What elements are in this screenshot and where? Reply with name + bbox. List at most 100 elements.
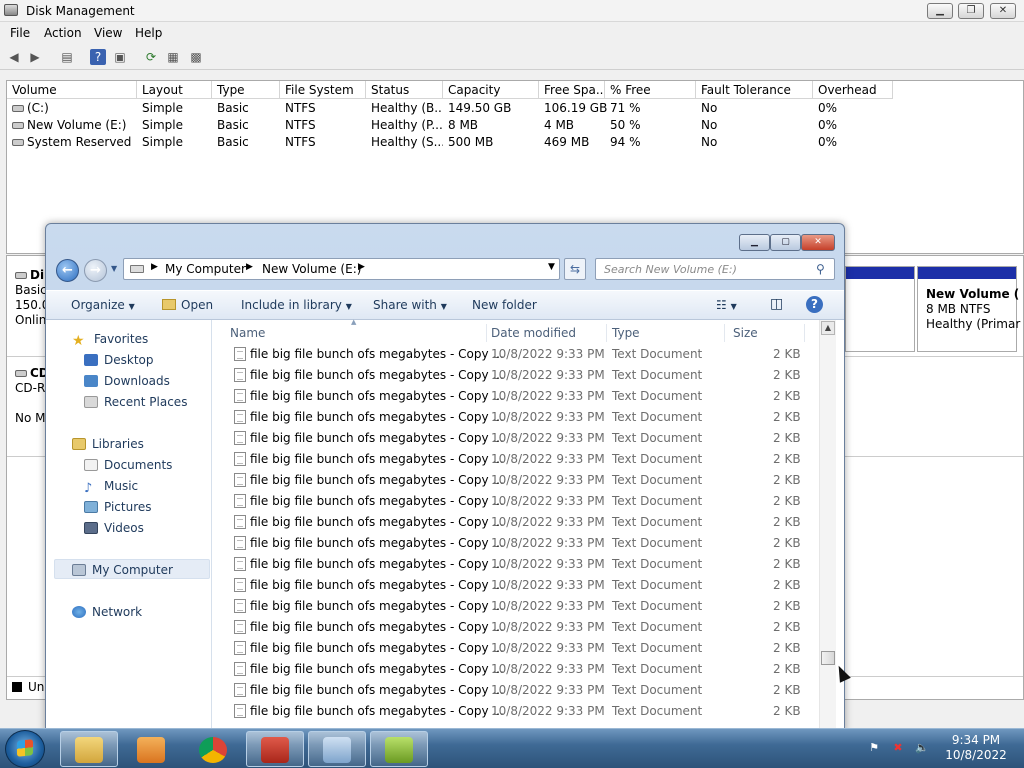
col-free-space[interactable]: Free Spa... bbox=[539, 81, 605, 99]
menu-file[interactable]: File bbox=[10, 26, 30, 40]
organize-button[interactable]: Organize ▼ bbox=[71, 298, 135, 312]
views-icon[interactable]: ☷ ▼ bbox=[716, 298, 737, 312]
file-row[interactable]: file big file bunch ofs megabytes - Copy… bbox=[230, 701, 820, 722]
nav-pictures[interactable]: Pictures bbox=[84, 500, 152, 514]
address-bar[interactable]: ▶ My Computer ▶ New Volume (E:) ▶ ▼ bbox=[123, 258, 560, 280]
recent-pages-icon[interactable]: ▼ bbox=[111, 264, 117, 273]
nav-network[interactable]: Network bbox=[72, 605, 142, 619]
scroll-up-icon[interactable]: ▲ bbox=[821, 321, 835, 335]
back-icon[interactable]: ◀ bbox=[6, 49, 22, 65]
network-status-icon[interactable]: ✖ bbox=[890, 741, 906, 755]
nav-my-computer[interactable]: My Computer bbox=[72, 563, 173, 577]
nav-recent-places[interactable]: Recent Places bbox=[84, 395, 187, 409]
minimize-button[interactable]: ▁ bbox=[927, 3, 953, 19]
col-size[interactable]: Size bbox=[725, 324, 805, 342]
col-file-system[interactable]: File System bbox=[280, 81, 366, 99]
col-overhead[interactable]: Overhead bbox=[813, 81, 893, 99]
nav-favorites[interactable]: ★ Favorites bbox=[72, 332, 148, 349]
breadcrumb-my-computer[interactable]: My Computer bbox=[165, 262, 246, 276]
restore-button[interactable]: ❐ bbox=[958, 3, 984, 19]
file-row[interactable]: file big file bunch ofs megabytes - Copy… bbox=[230, 365, 820, 386]
file-row[interactable]: file big file bunch ofs megabytes - Copy… bbox=[230, 512, 820, 533]
nav-libraries[interactable]: Libraries bbox=[72, 437, 144, 451]
properties-icon[interactable]: ▣ bbox=[112, 49, 128, 65]
file-row[interactable]: file big file bunch ofs megabytes - Copy… bbox=[230, 680, 820, 701]
col-name[interactable]: Name bbox=[213, 324, 487, 342]
action-center-icon[interactable]: ⚑ bbox=[866, 741, 882, 755]
nav-downloads[interactable]: Downloads bbox=[84, 374, 170, 388]
partition-new-volume[interactable]: New Volume ( 8 MB NTFS Healthy (Primar bbox=[917, 266, 1020, 352]
col-percent-free[interactable]: % Free bbox=[605, 81, 696, 99]
col-fault-tolerance[interactable]: Fault Tolerance bbox=[696, 81, 813, 99]
file-row[interactable]: file big file bunch ofs megabytes - Copy… bbox=[230, 575, 820, 596]
file-row[interactable]: file big file bunch ofs megabytes - Copy… bbox=[230, 470, 820, 491]
file-row[interactable]: file big file bunch ofs megabytes - Copy… bbox=[230, 638, 820, 659]
file-size: 2 KB bbox=[773, 473, 801, 487]
col-status[interactable]: Status bbox=[366, 81, 443, 99]
back-icon[interactable]: ← bbox=[56, 259, 79, 282]
partition-c[interactable] bbox=[845, 266, 915, 352]
col-type[interactable]: Type bbox=[607, 324, 725, 342]
preview-pane-icon[interactable]: ◫ bbox=[770, 296, 783, 312]
breadcrumb-new-volume[interactable]: New Volume (E:) bbox=[262, 262, 361, 276]
col-capacity[interactable]: Capacity bbox=[443, 81, 539, 99]
search-input[interactable]: Search New Volume (E:) ⚲ bbox=[595, 258, 835, 280]
file-row[interactable]: file big file bunch ofs megabytes - Copy… bbox=[230, 533, 820, 554]
taskbar-computer-management[interactable] bbox=[308, 731, 366, 767]
forward-icon[interactable]: → bbox=[84, 259, 107, 282]
new-folder-button[interactable]: New folder bbox=[472, 298, 537, 312]
refresh-icon[interactable]: ⇆ bbox=[564, 258, 586, 280]
file-row[interactable]: file big file bunch ofs megabytes - Copy… bbox=[230, 386, 820, 407]
menu-view[interactable]: View bbox=[94, 26, 122, 40]
menu-action[interactable]: Action bbox=[44, 26, 82, 40]
scroll-thumb[interactable] bbox=[821, 651, 835, 665]
breadcrumb-separator[interactable]: ▶ bbox=[246, 262, 253, 272]
file-row[interactable]: file big file bunch ofs megabytes - Copy… bbox=[230, 407, 820, 428]
file-row[interactable]: file big file bunch ofs megabytes - Copy… bbox=[230, 449, 820, 470]
taskbar-media-player[interactable] bbox=[122, 731, 180, 767]
vertical-scrollbar[interactable]: ▲ bbox=[819, 320, 836, 734]
share-with-button[interactable]: Share with ▼ bbox=[373, 298, 447, 312]
settings-icon[interactable]: ▩ bbox=[188, 49, 204, 65]
forward-icon[interactable]: ▶ bbox=[27, 49, 43, 65]
search-icon[interactable]: ⚲ bbox=[816, 262, 825, 276]
close-button[interactable]: ✕ bbox=[990, 3, 1016, 19]
taskbar-editor[interactable] bbox=[370, 731, 428, 767]
nav-music[interactable]: ♪ Music bbox=[84, 479, 138, 495]
file-row[interactable]: file big file bunch ofs megabytes - Copy… bbox=[230, 659, 820, 680]
help-icon[interactable]: ? bbox=[806, 296, 823, 313]
file-row[interactable]: file big file bunch ofs megabytes - Copy… bbox=[230, 491, 820, 512]
minimize-button[interactable]: ▁ bbox=[739, 234, 770, 251]
file-row[interactable]: file big file bunch ofs megabytes - Copy… bbox=[230, 428, 820, 449]
nav-videos[interactable]: Videos bbox=[84, 521, 144, 535]
breadcrumb-separator[interactable]: ▶ bbox=[358, 262, 365, 272]
file-row[interactable]: file big file bunch ofs megabytes - Copy… bbox=[230, 554, 820, 575]
taskbar-explorer[interactable] bbox=[60, 731, 118, 767]
volume-icon[interactable]: 🔈 bbox=[914, 741, 930, 755]
col-date-modified[interactable]: Date modified bbox=[487, 324, 607, 342]
refresh-icon[interactable]: ⟳ bbox=[143, 49, 159, 65]
include-in-library-button[interactable]: Include in library ▼ bbox=[241, 298, 352, 312]
col-volume[interactable]: Volume bbox=[7, 81, 137, 99]
breadcrumb-separator[interactable]: ▶ bbox=[151, 262, 158, 272]
col-layout[interactable]: Layout bbox=[137, 81, 212, 99]
address-dropdown-icon[interactable]: ▼ bbox=[548, 262, 555, 272]
help-icon[interactable]: ? bbox=[90, 49, 106, 65]
taskbar-toolbox[interactable] bbox=[246, 731, 304, 767]
nav-desktop[interactable]: Desktop bbox=[84, 353, 154, 367]
cdrom-info[interactable]: CD CD-R No M bbox=[15, 366, 49, 426]
taskbar-chrome[interactable] bbox=[184, 731, 242, 767]
file-row[interactable]: file big file bunch ofs megabytes - Copy… bbox=[230, 596, 820, 617]
start-orb-icon[interactable] bbox=[5, 730, 45, 768]
menu-help[interactable]: Help bbox=[135, 26, 162, 40]
col-type[interactable]: Type bbox=[212, 81, 280, 99]
nav-documents[interactable]: Documents bbox=[84, 458, 172, 472]
close-button[interactable]: ✕ bbox=[801, 234, 835, 251]
maximize-button[interactable]: ▢ bbox=[770, 234, 801, 251]
file-row[interactable]: file big file bunch ofs megabytes - Copy… bbox=[230, 617, 820, 638]
export-list-icon[interactable]: ▦ bbox=[165, 49, 181, 65]
file-row[interactable]: file big file bunch ofs megabytes - Copy… bbox=[230, 344, 820, 365]
open-button[interactable]: Open bbox=[162, 298, 213, 312]
show-hide-console-tree-icon[interactable]: ▤ bbox=[59, 49, 75, 65]
clock[interactable]: 9:34 PM 10/8/2022 bbox=[936, 733, 1016, 763]
